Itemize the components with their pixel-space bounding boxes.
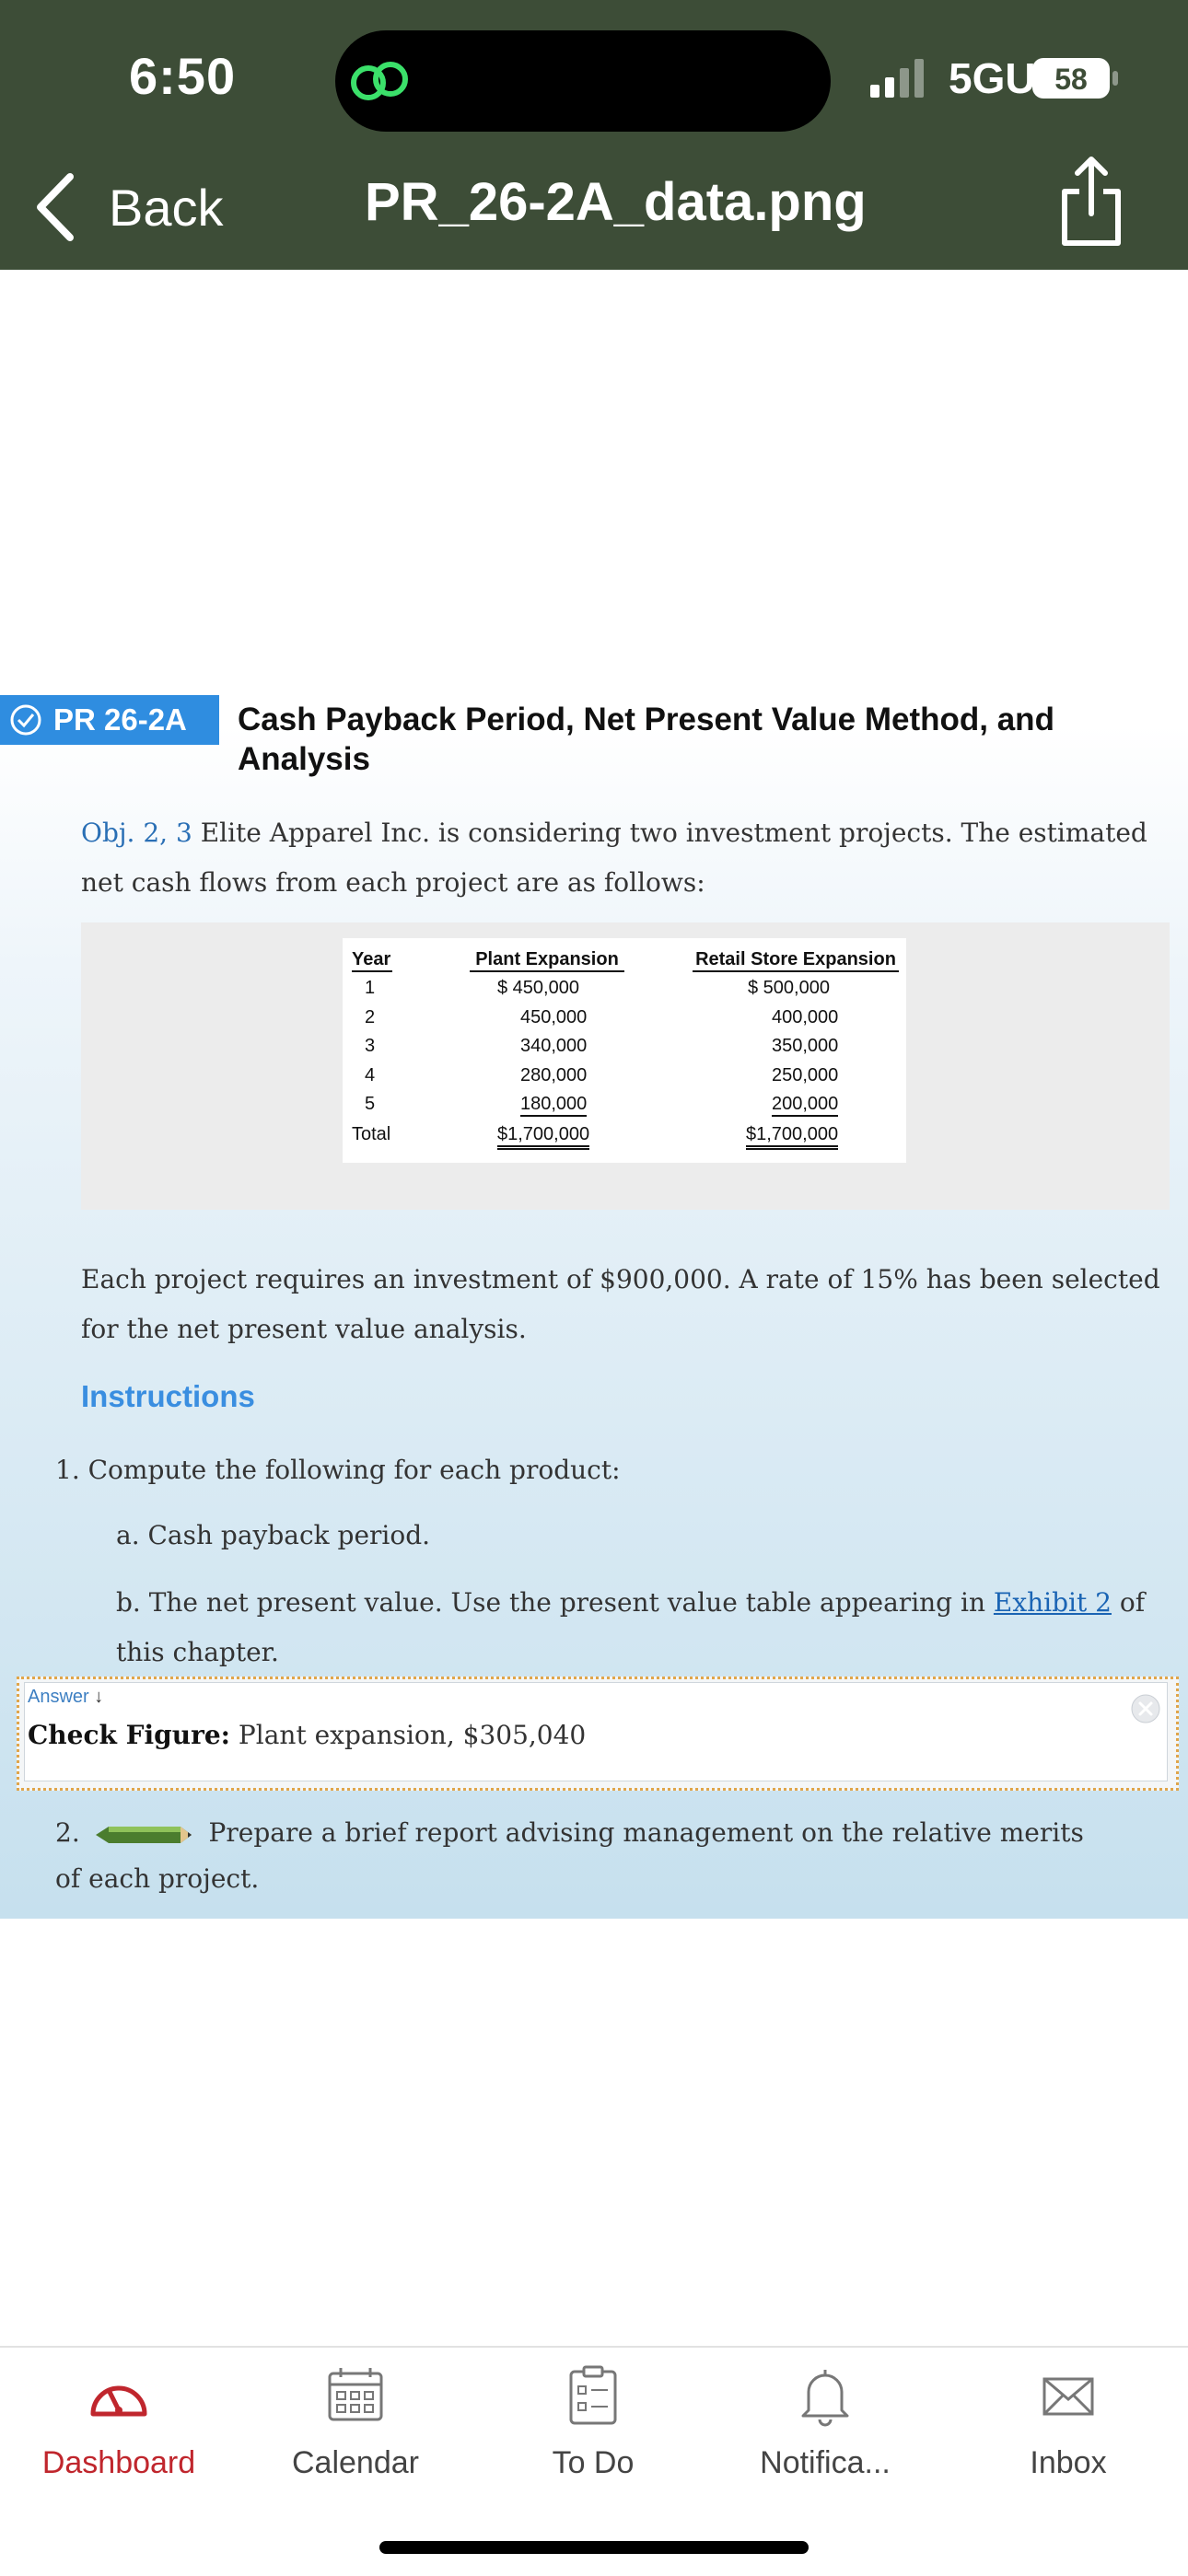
table-cell: 280,000: [520, 1065, 588, 1085]
tab-label-inbox: Inbox: [1030, 2445, 1107, 2480]
dashboard-icon: [90, 2385, 147, 2417]
chevron-left-icon: [37, 173, 74, 241]
objective-label: Obj. 2, 3: [81, 818, 192, 848]
intro-text: Elite Apparel Inc. is considering two in…: [81, 818, 1147, 898]
table-cell: 200,000: [772, 1094, 839, 1117]
problem-intro: Obj. 2, 3 Elite Apparel Inc. is consider…: [81, 808, 1177, 908]
tab-label-todo: To Do: [552, 2445, 635, 2480]
battery-level: 58: [1054, 63, 1088, 96]
exhibit-2-link[interactable]: Exhibit 2: [994, 1587, 1112, 1618]
close-icon[interactable]: [1131, 1694, 1160, 1723]
back-label: Back: [109, 178, 224, 237]
calendar-icon: [328, 2368, 383, 2421]
inbox-icon: [1042, 2377, 1094, 2416]
check-figure-value: Plant expansion, $305,040: [238, 1720, 587, 1750]
instructions-heading: Instructions: [81, 1379, 255, 1413]
table-cell: 180,000: [520, 1094, 588, 1117]
document-title: PR_26-2A_data.png: [365, 172, 867, 232]
table-cell: 340,000: [520, 1036, 588, 1056]
table-cell: 4: [365, 1065, 376, 1085]
check-figure: Check Figure: Plant expansion, $305,040: [28, 1720, 586, 1750]
tab-notifications[interactable]: Notifica...: [724, 2362, 926, 2481]
check-figure-label: Check Figure:: [28, 1720, 231, 1750]
tab-todo[interactable]: To Do: [492, 2362, 694, 2481]
table-header-year: Year: [352, 949, 392, 972]
todo-icon: [569, 2365, 617, 2425]
problem-title: Cash Payback Period, Net Present Value M…: [238, 702, 1054, 777]
arrow-down-icon: ↓: [94, 1687, 104, 1707]
answer-toggle[interactable]: Answer ↓: [28, 1687, 103, 1708]
share-icon[interactable]: [1057, 155, 1125, 247]
instruction-step-1: 1. Compute the following for each produc…: [55, 1455, 621, 1485]
table-cell: Total: [352, 1124, 391, 1144]
status-time: 6:50: [129, 47, 237, 105]
battery-icon: 58: [1032, 58, 1118, 99]
table-cell: 250,000: [772, 1065, 839, 1085]
table-cell: $1,700,000: [497, 1124, 590, 1150]
badge-label: PR 26-2A: [53, 702, 187, 737]
table-cell: 5: [365, 1094, 376, 1114]
back-button[interactable]: Back: [35, 170, 224, 244]
tab-label-notifications: Notifica...: [760, 2445, 891, 2480]
instruction-step-1a: a. Cash payback period.: [116, 1520, 431, 1550]
tab-inbox[interactable]: Inbox: [967, 2362, 1170, 2481]
step-1b-text: b. The net present value. Use the presen…: [116, 1587, 985, 1618]
bell-icon: [801, 2370, 849, 2427]
tab-dashboard[interactable]: Dashboard: [17, 2362, 220, 2481]
table-cell: $ 500,000: [748, 978, 830, 998]
problem-badge: PR 26-2A: [0, 695, 219, 745]
instruction-step-2: 2. Prepare a brief report advising manag…: [55, 1810, 1114, 1902]
instruction-step-1b: b. The net present value. Use the presen…: [116, 1578, 1147, 1677]
tab-calendar[interactable]: Calendar: [254, 2362, 457, 2481]
pencil-icon: [95, 1826, 192, 1843]
home-indicator[interactable]: [379, 2541, 809, 2554]
table-cell: $1,700,000: [746, 1124, 839, 1150]
step-2-text: Prepare a brief report advising manageme…: [55, 1817, 1084, 1894]
tab-label-calendar: Calendar: [292, 2445, 419, 2480]
table-cell: 3: [365, 1036, 376, 1056]
table-cell: 350,000: [772, 1036, 839, 1056]
table-header-retail: Retail Store Expansion: [693, 949, 899, 972]
check-circle-icon: [10, 704, 41, 736]
table-cell: 450,000: [520, 1007, 588, 1027]
tab-label-dashboard: Dashboard: [41, 2445, 196, 2480]
investment-paragraph: Each project requires an investment of $…: [81, 1264, 1160, 1344]
table-cell: 400,000: [772, 1007, 839, 1027]
step-2-number: 2.: [55, 1817, 80, 1848]
table-cell: $ 450,000: [497, 978, 579, 998]
table-cell: 1: [365, 978, 376, 998]
table-cell: 2: [365, 1007, 376, 1027]
answer-label: Answer: [28, 1687, 89, 1707]
link-app-icon: [351, 62, 408, 100]
cellular-signal-icon: [870, 59, 924, 98]
table-header-plant: Plant Expansion: [470, 949, 624, 972]
